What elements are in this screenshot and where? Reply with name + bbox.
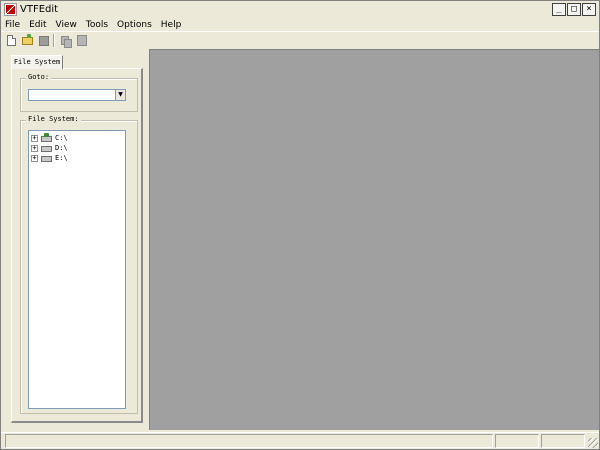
expand-icon[interactable]: + (31, 134, 38, 142)
paste-button[interactable] (74, 33, 88, 47)
tree-item-c-drive[interactable]: + C:\ (31, 133, 68, 143)
new-file-icon (7, 35, 16, 46)
menu-file[interactable]: File (5, 20, 20, 30)
drive-icon (41, 146, 52, 152)
tab-content: Goto: ▼ File System: + C:\ + D:\ + E:\ (11, 68, 143, 423)
tree-item-e-drive[interactable]: + E:\ (31, 153, 68, 163)
drive-icon (41, 156, 52, 162)
open-button[interactable] (20, 33, 34, 47)
expand-icon[interactable]: + (31, 144, 38, 152)
menu-help[interactable]: Help (161, 20, 182, 30)
status-bar (1, 432, 599, 449)
tab-file-system[interactable]: File System (11, 55, 63, 69)
goto-group: Goto: ▼ (20, 73, 138, 112)
tree-item-d-drive[interactable]: + D:\ (31, 143, 68, 153)
resize-grip-icon[interactable] (588, 438, 598, 448)
sidebar-panel: File System Goto: ▼ File System: + C:\ +… (1, 49, 149, 431)
copy-icon (61, 36, 72, 48)
status-pane-2 (495, 434, 539, 448)
save-icon (39, 36, 49, 46)
open-folder-icon (22, 34, 33, 45)
paste-icon (77, 35, 87, 46)
window-controls: _ □ × (552, 3, 596, 16)
drive-label: E:\ (55, 154, 68, 162)
menu-tools[interactable]: Tools (86, 20, 108, 30)
minimize-button[interactable]: _ (552, 3, 566, 16)
goto-label: Goto: (26, 73, 52, 81)
drive-label: C:\ (55, 134, 68, 142)
toolbar-separator (53, 33, 55, 47)
app-window: VTFEdit _ □ × File Edit View Tools Optio… (0, 0, 600, 450)
file-system-label: File System: (26, 115, 81, 123)
maximize-button[interactable]: □ (567, 3, 581, 16)
menu-view[interactable]: View (56, 20, 77, 30)
menu-divider (1, 31, 599, 32)
save-button[interactable] (36, 33, 50, 47)
goto-dropdown[interactable]: ▼ (28, 89, 126, 101)
menu-edit[interactable]: Edit (29, 20, 46, 30)
status-pane-main (5, 434, 493, 448)
drive-label: D:\ (55, 144, 68, 152)
copy-button[interactable] (58, 33, 72, 48)
menu-options[interactable]: Options (117, 20, 152, 30)
file-system-tree[interactable]: + C:\ + D:\ + E:\ (28, 130, 126, 409)
system-drive-icon (41, 133, 52, 142)
title-bar[interactable]: VTFEdit _ □ × (1, 1, 599, 18)
menu-bar: File Edit View Tools Options Help (1, 18, 599, 31)
chevron-down-icon[interactable]: ▼ (115, 90, 125, 100)
window-title: VTFEdit (20, 4, 59, 15)
expand-icon[interactable]: + (31, 154, 38, 162)
close-button[interactable]: × (582, 3, 596, 16)
new-button[interactable] (4, 33, 18, 47)
main-workspace (149, 49, 599, 430)
status-pane-3 (541, 434, 585, 448)
file-system-group: File System: + C:\ + D:\ + E:\ (20, 115, 138, 414)
toolbar (4, 32, 88, 48)
app-logo-icon[interactable] (4, 3, 17, 16)
